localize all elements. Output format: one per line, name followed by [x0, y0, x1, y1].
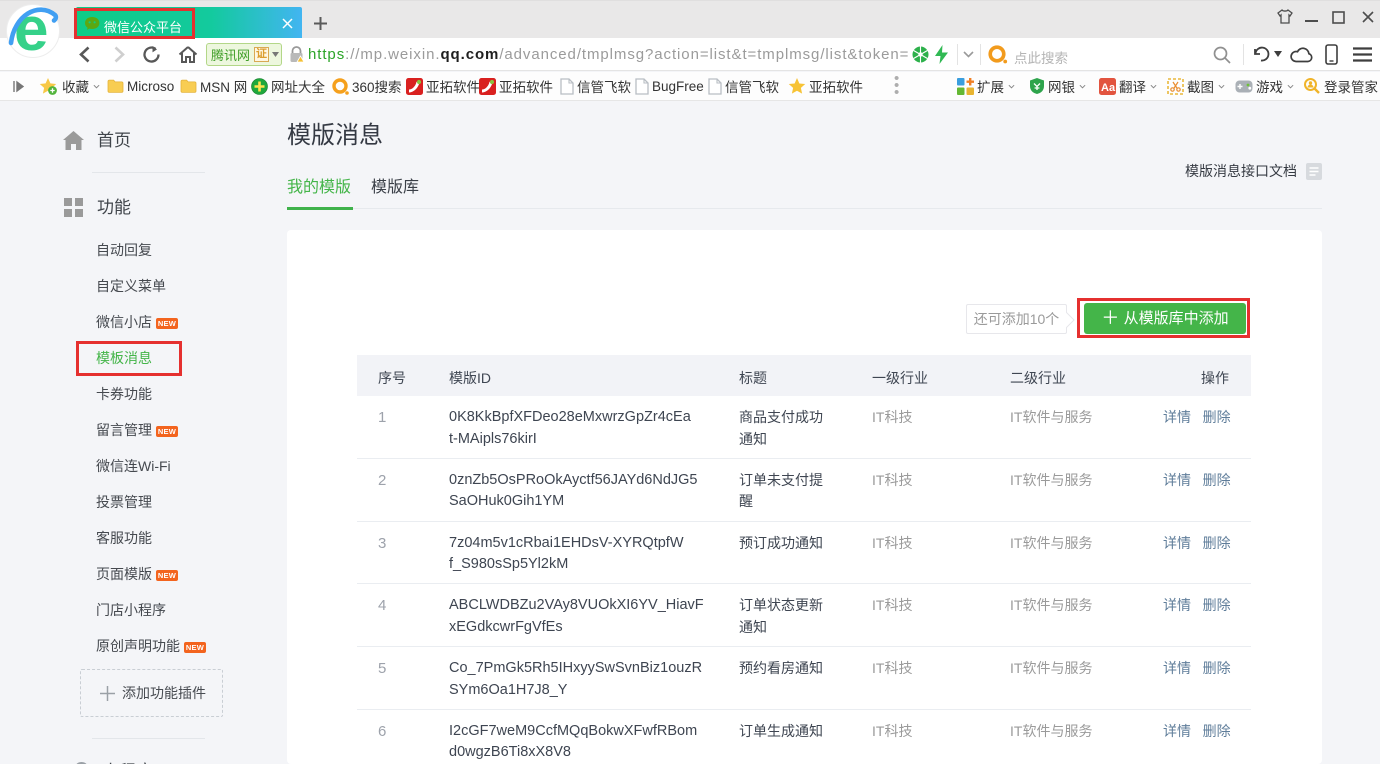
svg-text:Aa: Aa: [1101, 82, 1116, 94]
